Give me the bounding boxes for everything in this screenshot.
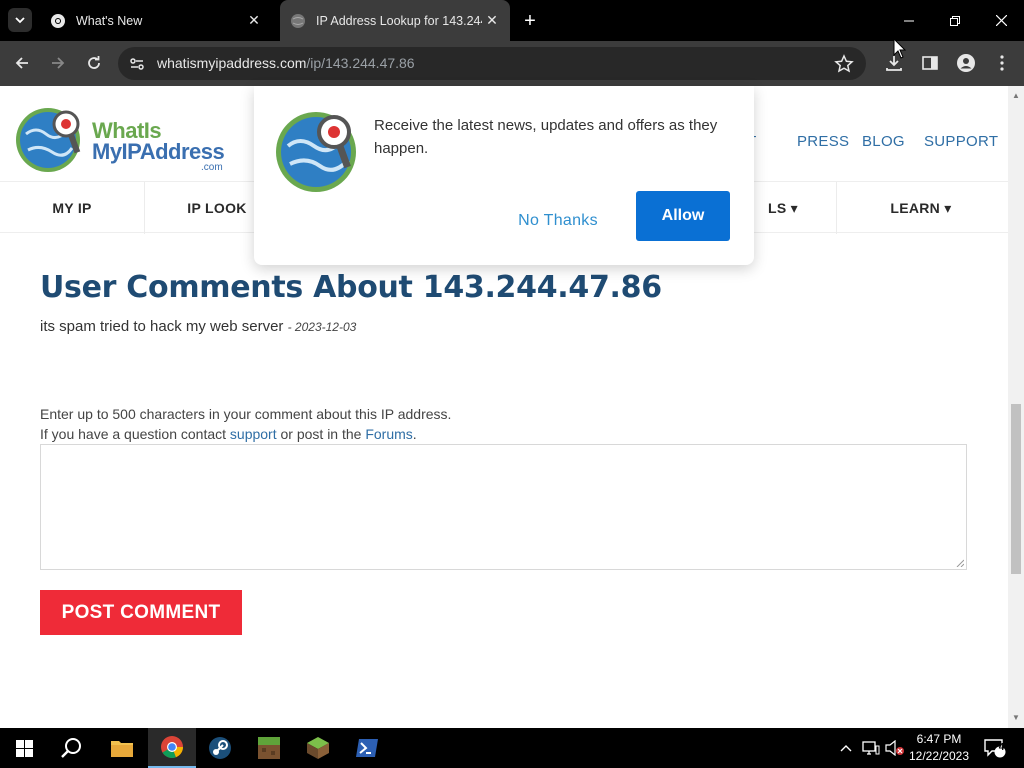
chevron-up-icon (840, 745, 852, 752)
grass-block-icon (258, 737, 280, 759)
profile-icon (957, 54, 975, 72)
page-scrollbar[interactable]: ▲ ▼ (1008, 86, 1024, 728)
clock-time: 6:47 PM (916, 732, 962, 746)
post-comment-button[interactable]: POST COMMENT (40, 590, 242, 635)
clock-date: 12/22/2023 (908, 749, 970, 763)
comments-heading: User Comments About 143.244.47.86 (40, 270, 662, 305)
chevron-down-icon (15, 17, 25, 24)
globe-magnifier-icon (16, 108, 81, 172)
scrollbar-thumb[interactable] (1011, 404, 1021, 574)
notification-center-button[interactable]: 4 (980, 728, 1010, 768)
restore-icon (950, 15, 960, 26)
globe-icon (290, 13, 306, 29)
url-path: /ip/143.244.47.86 (306, 55, 415, 71)
forward-button[interactable] (44, 49, 72, 77)
forums-link[interactable]: Forums (365, 426, 412, 442)
restore-button[interactable] (932, 0, 978, 41)
chrome-icon (50, 13, 66, 29)
tab-title: IP Address Lookup for 143.244.47.86 (316, 13, 482, 28)
cube-icon (307, 737, 329, 759)
new-tab-button[interactable]: + (518, 9, 542, 33)
terminal-icon (356, 739, 378, 757)
close-window-button[interactable] (978, 0, 1024, 41)
steam-icon (209, 737, 231, 759)
search-button[interactable] (48, 728, 96, 768)
menu-button[interactable] (988, 49, 1016, 77)
comment-help-text: If you have a question contact support o… (40, 426, 417, 442)
mouse-cursor-icon (893, 38, 907, 59)
taskbar-minecraft[interactable] (245, 728, 293, 768)
top-link-blog[interactable]: BLOG (862, 133, 905, 150)
windows-logo-icon (15, 739, 33, 757)
push-notification-popup: Receive the latest news, updates and off… (254, 86, 754, 265)
show-hidden-icons-button[interactable] (836, 728, 856, 768)
reload-button[interactable] (80, 49, 108, 77)
volume-tray-button[interactable] (884, 728, 906, 768)
close-icon (995, 15, 1007, 26)
comment-date: - 2023-12-03 (287, 320, 357, 334)
top-link-press[interactable]: PRESS (797, 133, 849, 150)
logo-text-line3: .com (201, 162, 223, 173)
scroll-down-icon[interactable]: ▼ (1012, 714, 1020, 722)
arrow-right-icon (52, 57, 65, 69)
notification-count-badge: 4 (998, 742, 1005, 753)
arrow-left-icon (15, 57, 28, 69)
allow-button[interactable]: Allow (636, 191, 730, 241)
side-panel-icon (922, 56, 938, 70)
more-vert-icon (1000, 55, 1004, 71)
minimize-icon (904, 20, 914, 21)
profile-button[interactable] (952, 49, 980, 77)
popup-message: Receive the latest news, updates and off… (374, 117, 718, 157)
comment-instructions: Enter up to 500 characters in your comme… (40, 406, 452, 422)
chrome-icon (161, 736, 183, 758)
user-comment: its spam tried to hack my web server - 2… (40, 318, 356, 335)
side-panel-button[interactable] (916, 49, 944, 77)
network-tray-button[interactable] (860, 728, 882, 768)
nav-learn[interactable]: LEARN ▾ (837, 182, 1005, 234)
comment-textarea[interactable] (40, 444, 967, 570)
help-text-middle: or post in the (276, 426, 366, 442)
reload-icon (88, 56, 100, 69)
site-settings-icon[interactable] (128, 55, 146, 73)
browser-toolbar: whatismyipaddress.com/ip/143.244.47.86 (0, 41, 1024, 86)
no-thanks-button[interactable]: No Thanks (508, 206, 608, 236)
folder-icon (111, 741, 133, 757)
search-icon (61, 738, 81, 758)
help-text-start: If you have a question contact (40, 426, 230, 442)
taskbar-clock[interactable]: 6:47 PM 12/22/2023 (904, 731, 974, 765)
comment-text: its spam tried to hack my web server (40, 318, 284, 335)
close-icon[interactable]: ✕ (482, 11, 502, 31)
bookmark-star-icon[interactable] (834, 54, 854, 74)
tab-ip-lookup[interactable]: IP Address Lookup for 143.244.47.86 ✕ (280, 0, 510, 41)
taskbar-minecraft-launcher[interactable] (294, 728, 342, 768)
network-icon (862, 741, 880, 755)
taskbar-file-explorer[interactable] (98, 728, 146, 768)
speaker-muted-icon (885, 740, 904, 756)
resize-handle-icon[interactable] (956, 559, 964, 567)
taskbar-powershell[interactable] (343, 728, 391, 768)
minimize-button[interactable] (886, 0, 932, 41)
globe-magnifier-icon (276, 112, 356, 192)
windows-taskbar: 6:47 PM 12/22/2023 4 (0, 728, 1024, 768)
url-text: whatismyipaddress.com/ip/143.244.47.86 (157, 55, 415, 71)
browser-tab-strip: What's New ✕ IP Address Lookup for 143.2… (0, 0, 1024, 41)
start-button[interactable] (0, 728, 48, 768)
help-text-end: . (412, 426, 417, 442)
top-link-support[interactable]: SUPPORT (924, 133, 998, 150)
tab-whats-new[interactable]: What's New ✕ (40, 0, 272, 41)
address-bar[interactable]: whatismyipaddress.com/ip/143.244.47.86 (118, 47, 866, 80)
tab-title: What's New (76, 13, 143, 28)
taskbar-chrome[interactable] (148, 728, 196, 768)
taskbar-steam[interactable] (196, 728, 244, 768)
back-button[interactable] (8, 49, 36, 77)
url-domain: whatismyipaddress.com (157, 55, 307, 71)
tab-search-button[interactable] (8, 8, 32, 32)
site-logo[interactable]: WhatIs MyIPAddress .com (16, 104, 226, 178)
support-link[interactable]: support (230, 426, 277, 442)
close-icon[interactable]: ✕ (244, 11, 264, 31)
nav-my-ip[interactable]: MY IP (0, 182, 144, 234)
scroll-up-icon[interactable]: ▲ (1012, 92, 1020, 100)
